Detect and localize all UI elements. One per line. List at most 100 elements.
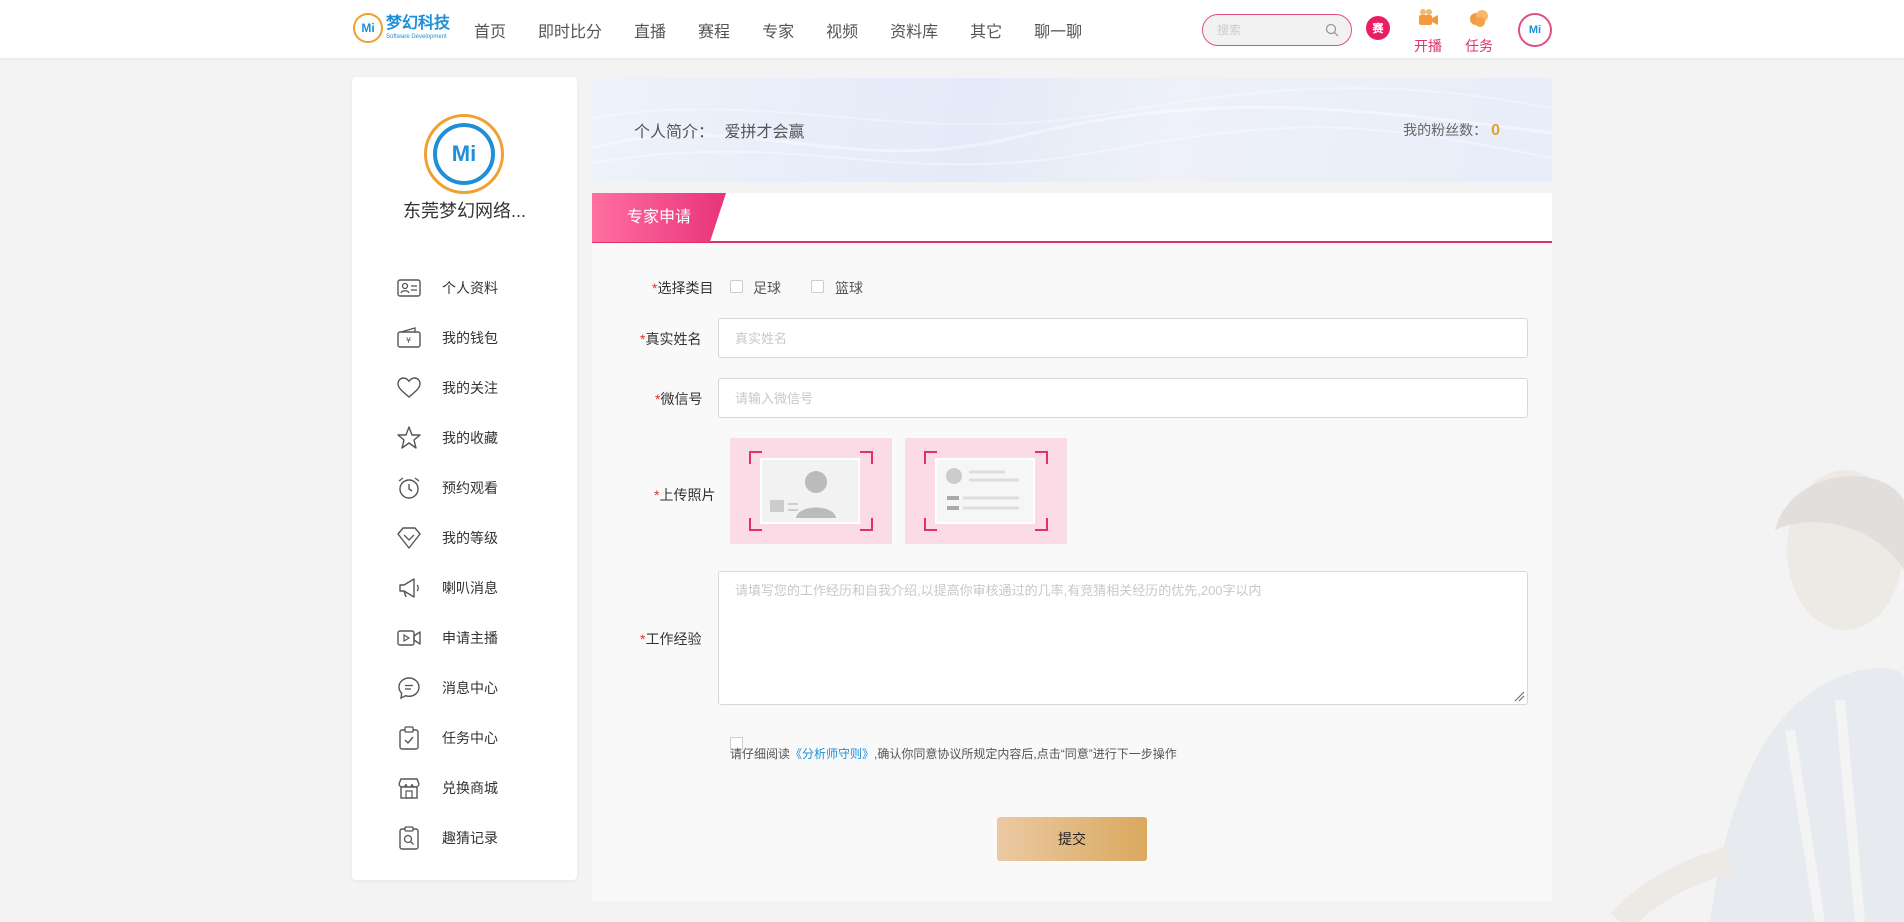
submit-button[interactable]: 提交 [997,817,1147,861]
sidebar-item-follows[interactable]: 我的关注 [396,363,498,413]
sidebar-item-label: 申请主播 [442,630,498,646]
tasks-button[interactable]: 任务 [1459,8,1499,56]
name-label: *真实姓名 [640,331,702,347]
category-football-checkbox[interactable] [730,280,743,293]
sidebar-item-favorites[interactable]: 我的收藏 [396,413,498,463]
sidebar-item-megaphone[interactable]: 喇叭消息 [396,563,498,613]
intro-label: 个人简介： [634,124,715,141]
wechat-label: *微信号 [655,391,703,407]
nav-item-live[interactable]: 直播 [634,18,666,42]
svg-text:¥: ¥ [406,336,411,345]
sidebar-item-label: 我的钱包 [442,330,498,346]
wechat-input[interactable] [719,379,1527,417]
logo-mark: Mi [353,13,383,43]
wechat-field [718,378,1528,418]
sidebar-item-label: 趣猜记录 [442,830,498,846]
intro-value: 爱拼才会赢 [724,124,805,141]
sidebar-item-level[interactable]: 我的等级 [396,513,498,563]
match-badge-icon[interactable]: 赛 [1366,16,1390,40]
star-icon [397,426,421,449]
profile-banner: 个人简介： 爱拼才会赢 我的粉丝数： 0 [592,78,1552,182]
chat-bubble-icon [398,677,420,700]
category-label: *选择类目 [652,280,714,296]
megaphone-icon [399,578,419,598]
category-basketball-checkbox[interactable] [811,280,824,293]
diamond-icon [397,527,421,549]
site-logo[interactable]: Mi 梦幻科技 Software Development [353,13,450,43]
profile-username: 东莞梦幻网络... [402,201,526,221]
sidebar-item-label: 我的关注 [442,380,498,396]
sidebar-menu: 个人资料 ¥ 我的钱包 我的关注 我的收藏 预约观看 我的等级 喇叭消息 申请主 [396,263,498,863]
video-camera-icon [397,630,421,646]
real-name-field [718,318,1528,358]
live-camera-icon [1419,9,1438,25]
agreement-prefix: 请仔细阅读 [730,747,791,761]
search-icon[interactable] [1325,23,1339,37]
experience-label: *工作经验 [640,631,702,647]
clipboard-check-icon [399,726,419,750]
profile-avatar-mark: Mi [433,123,495,185]
search-input[interactable] [1203,15,1313,45]
resize-handle-icon[interactable] [1513,690,1525,702]
nav-item-other[interactable]: 其它 [970,18,1002,42]
sidebar-item-wallet[interactable]: ¥ 我的钱包 [396,313,498,363]
id-card-placeholder-icon [924,451,1048,531]
sidebar-item-label: 喇叭消息 [442,580,498,596]
id-photo-placeholder-icon [749,451,873,531]
real-name-input[interactable] [719,319,1527,357]
profile-intro: 个人简介： 爱拼才会赢 [634,118,804,142]
sidebar-item-profile[interactable]: 个人资料 [396,263,498,313]
fans-count: 我的粉丝数： 0 [1403,120,1500,140]
nav-item-home[interactable]: 首页 [474,18,506,42]
user-avatar[interactable]: Mi [1518,13,1552,47]
category-basketball-label: 篮球 [835,280,863,296]
profile-avatar: Mi [424,114,504,194]
tab-bar: 专家申请 [592,193,1552,243]
main-nav: 首页 即时比分 直播 赛程 专家 视频 资料库 其它 聊一聊 [474,18,1114,42]
nav-item-live-score[interactable]: 即时比分 [538,18,602,42]
sidebar-item-label: 我的收藏 [442,430,498,446]
upload-id-front[interactable] [730,438,892,544]
sidebar-item-label: 兑换商城 [442,780,498,796]
experience-textarea[interactable] [719,572,1527,704]
sidebar-item-reservations[interactable]: 预约观看 [396,463,498,513]
sidebar-item-store[interactable]: 兑换商城 [396,763,498,813]
background-player-art [1610,470,1904,922]
id-card-icon [397,279,421,297]
store-icon [398,778,420,799]
upload-id-back[interactable] [905,438,1067,544]
fans-label: 我的粉丝数： [1403,122,1488,138]
nav-item-chat[interactable]: 聊一聊 [1034,18,1082,42]
heart-icon [397,377,421,398]
analyst-rules-link[interactable]: 《分析师守则》 [790,747,874,761]
start-live-button[interactable]: 开播 [1408,8,1448,56]
agreement-suffix: ,确认你同意协议所规定内容后,点击“同意”进行下一步操作 [874,747,1177,761]
logo-subtitle: Software Development [386,34,447,40]
nav-item-videos[interactable]: 视频 [826,18,858,42]
expert-application-panel: 专家申请 *选择类目 足球 篮球 *真实姓名 *微信号 *上传照片 [592,193,1552,901]
sidebar-item-apply-streamer[interactable]: 申请主播 [396,613,498,663]
search-record-icon [399,826,419,850]
sidebar-item-label: 消息中心 [442,680,498,696]
fans-value: 0 [1491,122,1500,139]
nav-item-schedule[interactable]: 赛程 [698,18,730,42]
nav-item-experts[interactable]: 专家 [762,18,794,42]
category-football-label: 足球 [753,280,781,296]
agreement-text: 请仔细阅读《分析师守则》,确认你同意协议所规定内容后,点击“同意”进行下一步操作 [730,745,1177,762]
sidebar-item-messages[interactable]: 消息中心 [396,663,498,713]
start-live-label: 开播 [1414,38,1442,54]
logo-name: 梦幻科技 [386,15,451,32]
search-box [1202,14,1352,46]
sidebar-item-label: 个人资料 [442,280,498,296]
tab-expert-application[interactable]: 专家申请 [592,193,726,242]
user-sidebar: Mi 东莞梦幻网络... 个人资料 ¥ 我的钱包 我的关注 我的收藏 预约观看 … [352,77,577,880]
wallet-icon: ¥ [397,327,421,348]
sidebar-item-guess-records[interactable]: 趣猜记录 [396,813,498,863]
nav-item-database[interactable]: 资料库 [890,18,938,42]
sidebar-item-tasks[interactable]: 任务中心 [396,713,498,763]
sidebar-item-label: 预约观看 [442,480,498,496]
experience-field [718,571,1528,705]
photo-label: *上传照片 [654,487,716,503]
sidebar-item-label: 我的等级 [442,530,498,546]
sidebar-item-label: 任务中心 [442,730,498,746]
